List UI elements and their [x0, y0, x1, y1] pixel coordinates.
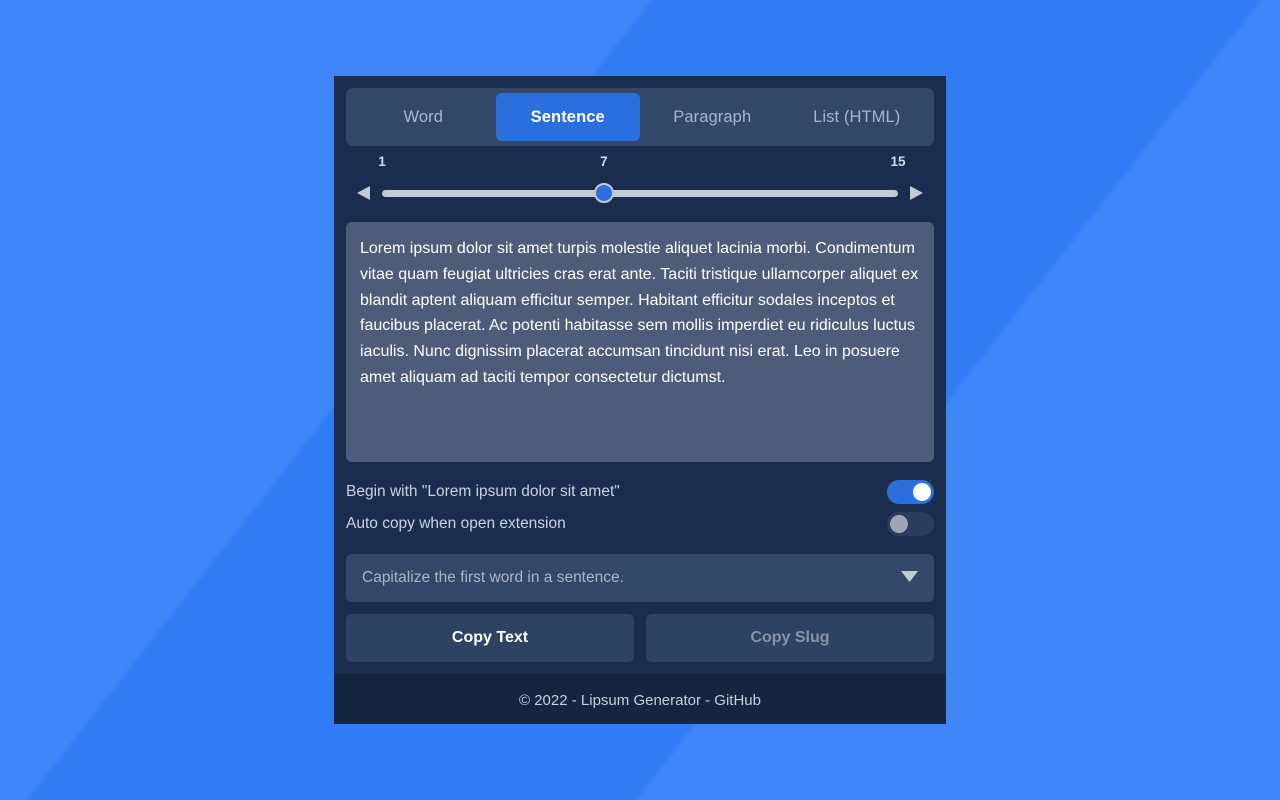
option-label-auto-copy: Auto copy when open extension	[346, 515, 566, 532]
chevron-down-icon	[901, 569, 918, 587]
slider-thumb[interactable]	[593, 183, 614, 203]
slider-track	[382, 189, 898, 197]
copy-slug-button[interactable]: Copy Slug	[646, 614, 934, 662]
tab-sentence[interactable]: Sentence	[495, 93, 640, 141]
tab-word[interactable]: Word	[351, 93, 496, 141]
app-window: Word Sentence Paragraph List (HTML) 1 7 …	[334, 76, 946, 724]
slider-min-label: 1	[378, 154, 386, 169]
tab-strip: Word Sentence Paragraph List (HTML)	[346, 88, 934, 146]
option-label-begin-with-lorem: Begin with "Lorem ipsum dolor sit amet"	[346, 483, 620, 500]
footer-text[interactable]: © 2022 - Lipsum Generator - GitHub	[519, 692, 761, 709]
slider-value-label: 7	[600, 154, 608, 169]
options-section: Begin with "Lorem ipsum dolor sit amet" …	[346, 462, 934, 546]
footer: © 2022 - Lipsum Generator - GitHub	[334, 674, 946, 724]
count-slider-section: 1 7 15	[346, 146, 934, 214]
action-buttons: Copy Text Copy Slug	[346, 614, 934, 674]
tab-paragraph[interactable]: Paragraph	[640, 93, 785, 141]
tab-list-html[interactable]: List (HTML)	[785, 93, 930, 141]
tab-word-label: Word	[403, 107, 444, 126]
copy-slug-label: Copy Slug	[750, 629, 830, 646]
tab-paragraph-label: Paragraph	[673, 107, 752, 126]
generated-text-output[interactable]: Lorem ipsum dolor sit amet turpis molest…	[346, 222, 934, 462]
slider-scale: 1 7 15	[378, 154, 905, 176]
option-row-auto-copy: Auto copy when open extension	[346, 508, 934, 540]
tab-list-html-label: List (HTML)	[813, 107, 901, 126]
triangle-right-icon[interactable]	[908, 184, 924, 202]
capitalization-select-value: Capitalize the first word in a sentence.	[362, 569, 624, 586]
triangle-left-icon[interactable]	[356, 184, 372, 202]
slider-max-label: 15	[890, 154, 906, 169]
toggle-auto-copy[interactable]	[887, 512, 934, 536]
copy-text-label: Copy Text	[451, 629, 529, 646]
copy-text-button[interactable]: Copy Text	[346, 614, 634, 662]
tab-sentence-label: Sentence	[530, 107, 605, 126]
card-body: Word Sentence Paragraph List (HTML) 1 7 …	[334, 76, 946, 674]
capitalization-select[interactable]: Capitalize the first word in a sentence.	[346, 554, 934, 602]
option-row-begin-with-lorem: Begin with "Lorem ipsum dolor sit amet"	[346, 476, 934, 508]
toggle-begin-with-lorem[interactable]	[887, 480, 934, 504]
toggle-knob	[913, 483, 931, 501]
slider-row	[356, 176, 924, 210]
slider-input[interactable]	[382, 181, 898, 205]
toggle-knob	[890, 515, 908, 533]
